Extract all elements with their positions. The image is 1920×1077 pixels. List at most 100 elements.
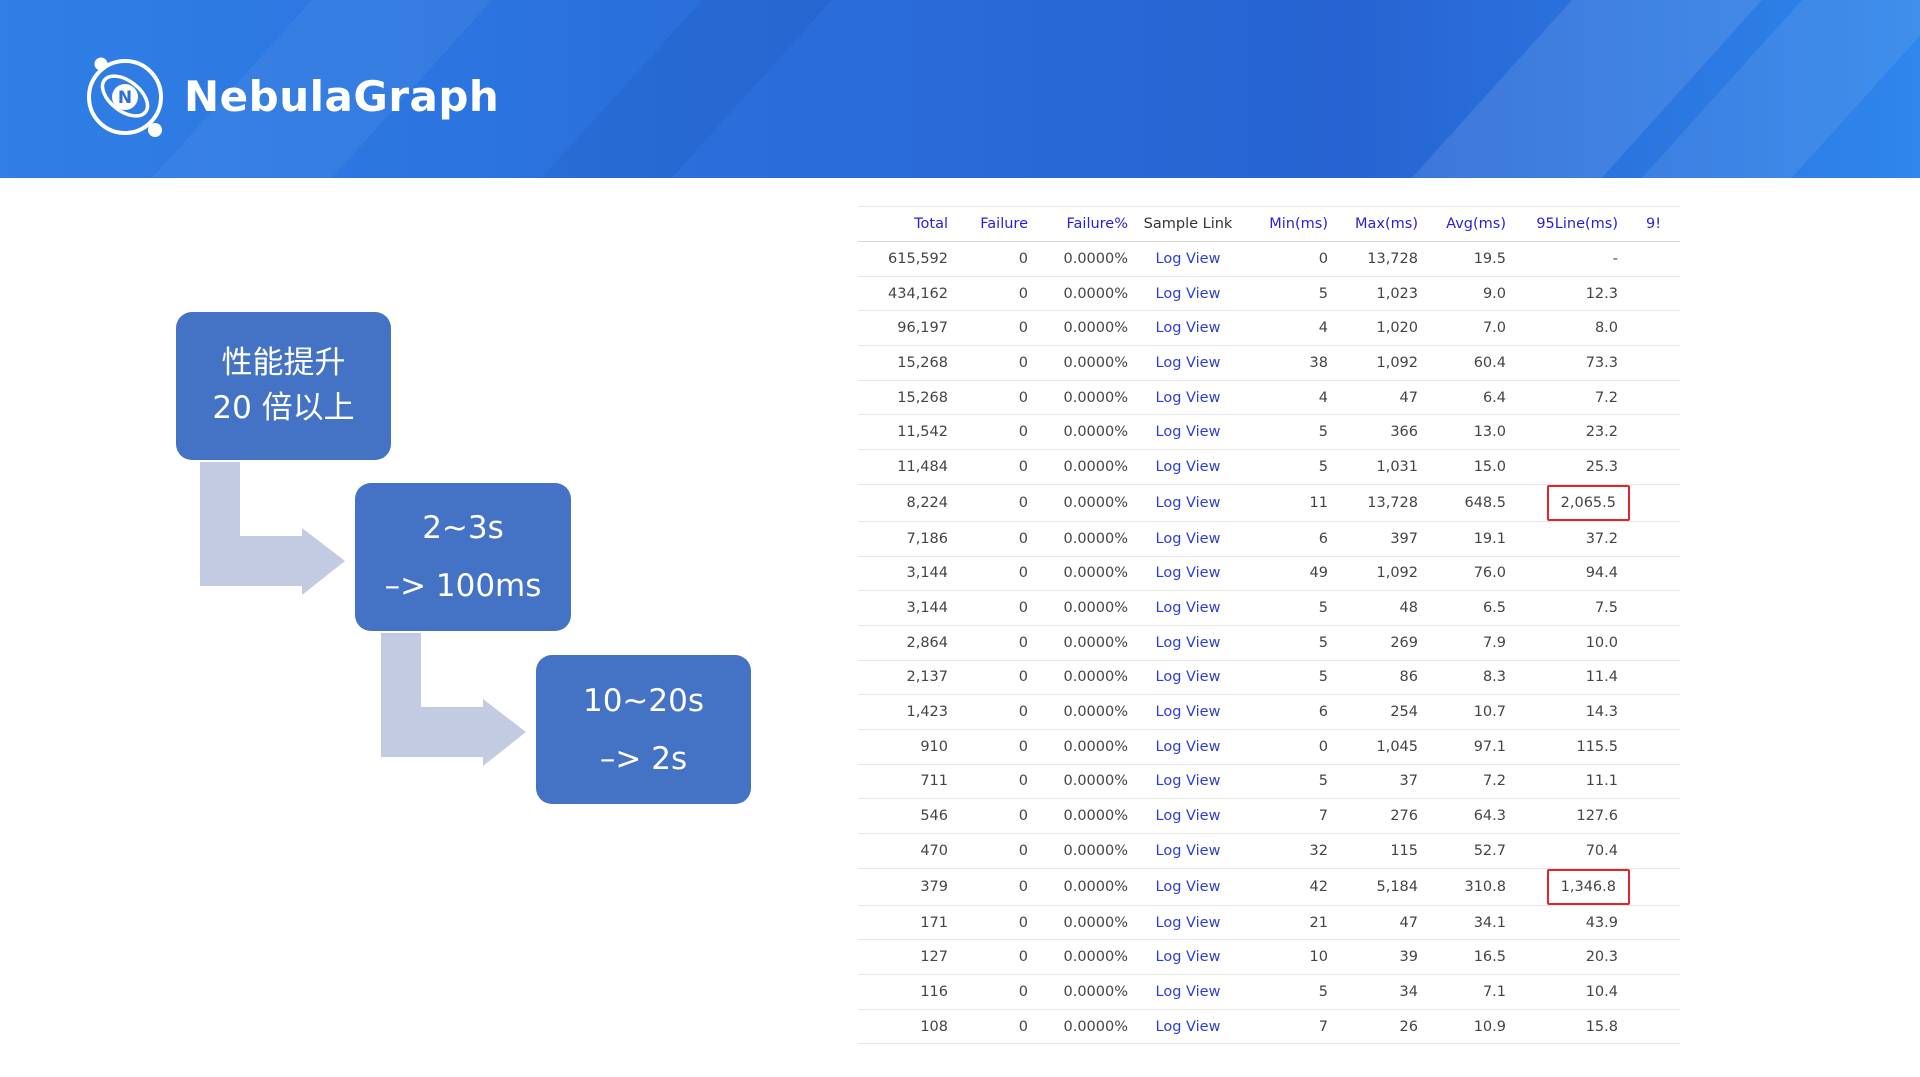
cell-max: 37 <box>1338 764 1428 800</box>
log-view-link[interactable]: Log View <box>1138 625 1238 661</box>
cell-avg: 6.4 <box>1428 380 1516 416</box>
log-view-link[interactable]: Log View <box>1138 1009 1238 1045</box>
cell-min: 5 <box>1238 449 1338 485</box>
cell-failure-pct: 0.0000% <box>1038 590 1138 626</box>
log-view-link[interactable]: Log View <box>1138 345 1238 381</box>
cell-total: 2,137 <box>858 660 958 696</box>
col-header-failure[interactable]: Failure <box>958 206 1038 242</box>
connector-arrow <box>200 462 345 595</box>
log-view-link[interactable]: Log View <box>1138 276 1238 312</box>
cell-failure: 0 <box>958 833 1038 869</box>
cell-99line <box>1628 798 1680 834</box>
log-view-link[interactable]: Log View <box>1138 590 1238 626</box>
table-row: 910 0 0.0000% Log View 0 1,045 97.1 115.5 <box>858 729 1680 765</box>
cell-avg: 13.0 <box>1428 414 1516 451</box>
col-header-avg[interactable]: Avg(ms) <box>1428 206 1516 242</box>
cell-95line: 37.2 <box>1516 521 1628 557</box>
table-row: 127 0 0.0000% Log View 10 39 16.5 20.3 <box>858 939 1680 976</box>
cell-total: 546 <box>858 798 958 834</box>
cell-95line: 7.2 <box>1516 380 1628 416</box>
cell-failure-pct: 0.0000% <box>1038 521 1138 557</box>
log-view-link[interactable]: Log View <box>1138 868 1238 906</box>
cell-99line <box>1628 310 1680 347</box>
cell-min: 49 <box>1238 556 1338 592</box>
log-view-link[interactable]: Log View <box>1138 905 1238 941</box>
connector-arrow <box>381 633 526 766</box>
cell-min: 6 <box>1238 694 1338 730</box>
table-row: 2,137 0 0.0000% Log View 5 86 8.3 11.4 <box>858 660 1680 696</box>
cell-total: 171 <box>858 905 958 941</box>
log-view-link[interactable]: Log View <box>1138 694 1238 730</box>
log-view-link[interactable]: Log View <box>1138 310 1238 347</box>
cell-failure: 0 <box>958 414 1038 451</box>
cell-99line <box>1628 1043 1680 1046</box>
log-view-link[interactable]: Log View <box>1138 556 1238 592</box>
cell-max: 48 <box>1338 590 1428 626</box>
cell-failure-pct: 0.0000% <box>1038 556 1138 592</box>
cell-max: 254 <box>1338 694 1428 730</box>
log-view-link[interactable]: Log View <box>1138 660 1238 696</box>
table-header-row: Total Failure Failure% Sample Link Min(m… <box>858 206 1680 242</box>
log-view-link[interactable]: Log View <box>1138 484 1238 522</box>
log-view-link[interactable]: Log View <box>1138 939 1238 976</box>
cell-99line <box>1628 833 1680 869</box>
col-header-99line[interactable]: 9! <box>1628 206 1680 242</box>
cell-failure-pct: 0.0000% <box>1038 798 1138 834</box>
cell-99line <box>1628 939 1680 976</box>
cell-failure: 0 <box>958 660 1038 696</box>
log-view-link[interactable]: Log View <box>1138 1043 1238 1046</box>
header-banner: N NebulaGraph <box>0 0 1920 178</box>
log-view-link[interactable]: Log View <box>1138 974 1238 1010</box>
cell-total: 910 <box>858 729 958 765</box>
cell-total: 7,186 <box>858 521 958 557</box>
log-view-link[interactable]: Log View <box>1138 414 1238 451</box>
col-header-95line[interactable]: 95Line(ms) <box>1516 206 1628 242</box>
cell-99line <box>1628 380 1680 416</box>
table-row: 3,144 0 0.0000% Log View 5 48 6.5 7.5 <box>858 590 1680 626</box>
table-row: 116 0 0.0000% Log View 5 34 7.1 10.4 <box>858 974 1680 1010</box>
table-body: 615,592 0 0.0000% Log View 0 13,728 19.5-434,1… <box>858 241 1680 1046</box>
cell-max: 86 <box>1338 660 1428 696</box>
log-view-link[interactable]: Log View <box>1138 833 1238 869</box>
cell-99line <box>1628 1009 1680 1045</box>
cell-failure: 0 <box>958 694 1038 730</box>
cell-avg: 60.4 <box>1428 345 1516 381</box>
col-header-min[interactable]: Min(ms) <box>1238 206 1338 242</box>
cell-failure-pct: 0.0000% <box>1038 449 1138 485</box>
log-view-link[interactable]: Log View <box>1138 729 1238 765</box>
cell-total: 711 <box>858 764 958 800</box>
stats-table: Total Failure Failure% Sample Link Min(m… <box>858 206 1680 1046</box>
log-view-link[interactable]: Log View <box>1138 449 1238 485</box>
table-row: 470 0 0.0000% Log View 32 115 52.7 70.4 <box>858 833 1680 869</box>
cell-total: 11,484 <box>858 449 958 485</box>
cell-99line <box>1628 694 1680 730</box>
table-row: 379 0 0.0000% Log View 42 5,184 310.8 1,346.8 <box>858 868 1680 906</box>
latency-box-a: 2~3s –> 100ms <box>355 483 571 631</box>
cell-max: 397 <box>1338 521 1428 557</box>
col-header-sample-link: Sample Link <box>1138 206 1238 242</box>
log-view-link[interactable]: Log View <box>1138 380 1238 416</box>
cell-99line <box>1628 241 1680 277</box>
table-row: 2,864 0 0.0000% Log View 5 269 7.9 10.0 <box>858 625 1680 661</box>
cell-min: 0 <box>1238 241 1338 277</box>
table-row: 11,542 0 0.0000% Log View 5 366 13.0 23.2 <box>858 414 1680 451</box>
cell-avg: 97.1 <box>1428 729 1516 765</box>
cell-99line <box>1628 868 1680 906</box>
log-view-link[interactable]: Log View <box>1138 764 1238 800</box>
log-view-link[interactable]: Log View <box>1138 241 1238 277</box>
cell-avg: 76.0 <box>1428 556 1516 592</box>
highlight-box: 2,065.5 <box>1546 484 1630 521</box>
log-view-link[interactable]: Log View <box>1138 521 1238 557</box>
cell-avg: 52.7 <box>1428 833 1516 869</box>
cell-95line: 12.3 <box>1516 276 1628 312</box>
highlight-box: 1,346.8 <box>1546 868 1630 905</box>
cell-max: 7,308 <box>1338 1043 1428 1046</box>
col-header-total[interactable]: Total <box>858 206 958 242</box>
log-view-link[interactable]: Log View <box>1138 798 1238 834</box>
col-header-max[interactable]: Max(ms) <box>1338 206 1428 242</box>
table-row: 11,484 0 0.0000% Log View 5 1,031 15.0 25.3 <box>858 449 1680 485</box>
cell-max: 13,728 <box>1338 484 1428 522</box>
table-row: 1100.0000%Log View1,2377,3083,490.64,563… <box>858 1043 1680 1046</box>
cell-failure: 0 <box>958 1009 1038 1045</box>
col-header-failure-pct[interactable]: Failure% <box>1038 206 1138 242</box>
